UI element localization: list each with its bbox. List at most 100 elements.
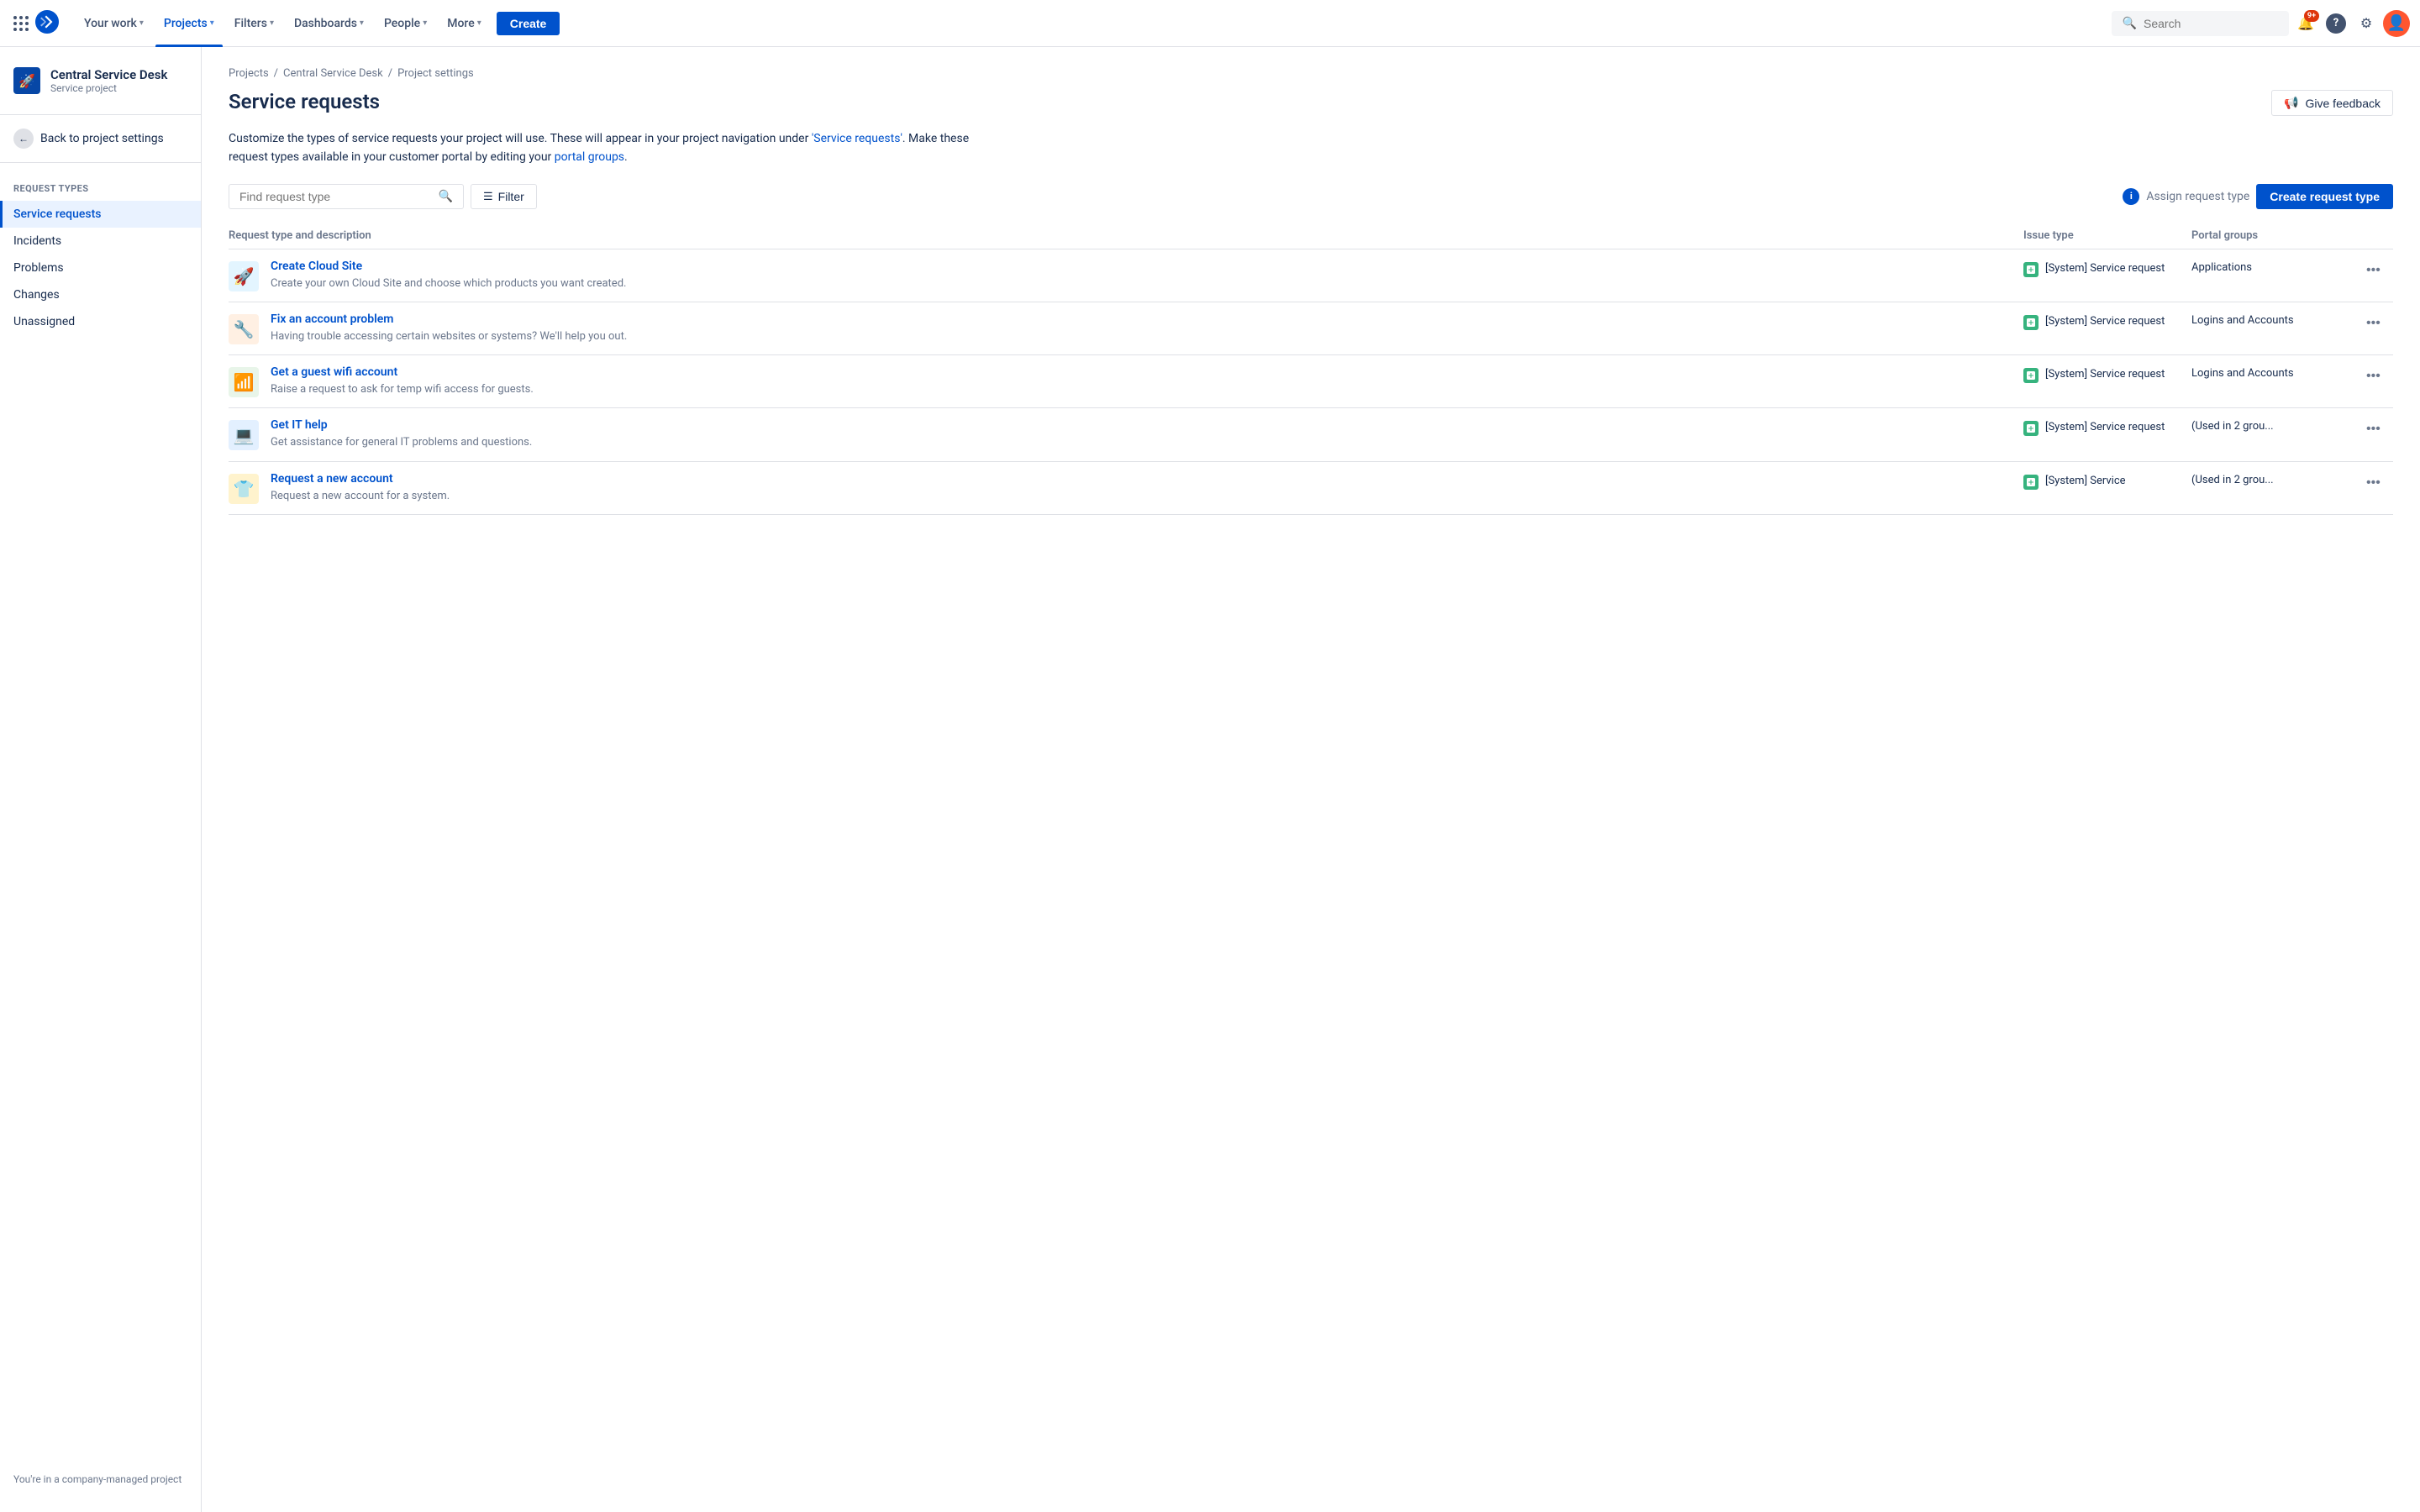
table-header: Request type and description Issue type … <box>229 223 2393 249</box>
sidebar-item-incidents[interactable]: Incidents <box>0 228 201 255</box>
issue-type-label: [System] Service request <box>2045 367 2165 382</box>
toolbar: 🔍 ☰ Filter i Assign request type Create … <box>229 184 2393 209</box>
help-button[interactable]: ? <box>2323 10 2349 37</box>
create-request-type-button[interactable]: Create request type <box>2256 184 2393 209</box>
request-type-icon: 👕 <box>229 474 259 504</box>
request-type-icon: 📶 <box>229 367 259 397</box>
issue-type-label: [System] Service request <box>2045 420 2165 435</box>
request-type-name[interactable]: Request a new account <box>271 472 450 486</box>
row-more-button[interactable]: ••• <box>2360 365 2387 387</box>
issue-type-icon <box>2023 475 2039 490</box>
assign-request-type-label: Assign request type <box>2146 190 2249 203</box>
project-header: 🚀 Central Service Desk Service project <box>0 60 201 108</box>
issue-type-cell: [System] Service request <box>2023 260 2191 277</box>
issue-type-cell: [System] Service request <box>2023 418 2191 436</box>
sidebar: 🚀 Central Service Desk Service project ←… <box>0 47 202 1512</box>
user-avatar[interactable]: 👤 <box>2383 10 2410 37</box>
search-input[interactable] <box>2144 17 2278 30</box>
portal-groups-cell: Logins and Accounts <box>2191 365 2360 380</box>
portal-groups-cell: (Used in 2 grou... <box>2191 472 2360 486</box>
filter-label: Filter <box>498 190 524 203</box>
sidebar-item-service-requests[interactable]: Service requests <box>0 201 201 228</box>
chevron-down-icon: ▾ <box>477 18 481 28</box>
find-request-type-field[interactable]: 🔍 <box>229 184 464 209</box>
request-cell: 📶 Get a guest wifi account Raise a reque… <box>229 365 2023 397</box>
divider <box>0 114 201 115</box>
breadcrumb-central-service-desk[interactable]: Central Service Desk <box>283 67 383 80</box>
give-feedback-button[interactable]: 📢 Give feedback <box>2271 90 2393 116</box>
info-icon[interactable]: i <box>2123 188 2139 205</box>
request-type-description: Having trouble accessing certain website… <box>271 329 627 344</box>
sidebar-item-problems[interactable]: Problems <box>0 255 201 281</box>
request-type-icon: 💻 <box>229 420 259 450</box>
search-box[interactable]: 🔍 <box>2112 11 2289 36</box>
request-types-table: 🚀 Create Cloud Site Create your own Clou… <box>229 249 2393 515</box>
service-requests-link[interactable]: 'Service requests' <box>812 132 902 145</box>
nav-more[interactable]: More ▾ <box>439 0 490 47</box>
request-type-description: Raise a request to ask for temp wifi acc… <box>271 382 534 397</box>
back-label: Back to project settings <box>40 132 164 145</box>
filter-button[interactable]: ☰ Filter <box>471 184 537 209</box>
table-row: 🚀 Create Cloud Site Create your own Clou… <box>229 249 2393 302</box>
table-row: 🔧 Fix an account problem Having trouble … <box>229 302 2393 355</box>
filter-icon: ☰ <box>483 190 493 203</box>
find-request-type-input[interactable] <box>239 190 432 203</box>
issue-type-icon <box>2023 315 2039 330</box>
topnav: Your work ▾ Projects ▾ Filters ▾ Dashboa… <box>0 0 2420 47</box>
request-cell: 💻 Get IT help Get assistance for general… <box>229 418 2023 450</box>
request-cell: 👕 Request a new account Request a new ac… <box>229 472 2023 504</box>
request-type-description: Get assistance for general IT problems a… <box>271 435 532 450</box>
col-request-type: Request type and description <box>229 229 2023 242</box>
back-to-project-settings[interactable]: ← Back to project settings <box>0 122 201 155</box>
row-more-button[interactable]: ••• <box>2360 260 2387 281</box>
table-row: 👕 Request a new account Request a new ac… <box>229 462 2393 515</box>
portal-groups-cell: (Used in 2 grou... <box>2191 418 2360 433</box>
feedback-label: Give feedback <box>2306 97 2381 110</box>
chevron-down-icon: ▾ <box>360 18 364 28</box>
request-type-description: Create your own Cloud Site and choose wh… <box>271 276 626 291</box>
issue-type-label: [System] Service request <box>2045 261 2165 276</box>
sidebar-footer: You're in a company-managed project <box>0 1460 201 1499</box>
issue-type-cell: [System] Service <box>2023 472 2191 490</box>
breadcrumb-projects[interactable]: Projects <box>229 67 269 80</box>
notifications-button[interactable]: 🔔 9+ <box>2292 10 2319 37</box>
app-switcher-icon[interactable] <box>10 13 32 34</box>
request-type-name[interactable]: Get a guest wifi account <box>271 365 534 379</box>
assign-request-type-area: i Assign request type <box>2123 188 2249 205</box>
project-type: Service project <box>50 82 167 94</box>
request-type-icon: 🔧 <box>229 314 259 344</box>
settings-button[interactable]: ⚙ <box>2353 10 2380 37</box>
col-portal-groups: Portal groups <box>2191 229 2360 242</box>
portal-groups-cell: Applications <box>2191 260 2360 274</box>
sidebar-item-changes[interactable]: Changes <box>0 281 201 308</box>
nav-projects[interactable]: Projects ▾ <box>155 0 223 47</box>
request-type-name[interactable]: Create Cloud Site <box>271 260 626 273</box>
nav-your-work[interactable]: Your work ▾ <box>76 0 152 47</box>
create-button[interactable]: Create <box>497 12 560 35</box>
request-type-icon: 🚀 <box>229 261 259 291</box>
project-name: Central Service Desk <box>50 67 167 82</box>
issue-type-label: [System] Service <box>2045 474 2126 489</box>
chevron-down-icon: ▾ <box>423 18 427 28</box>
jira-logo[interactable] <box>35 10 59 37</box>
chevron-down-icon: ▾ <box>270 18 274 28</box>
row-more-button[interactable]: ••• <box>2360 472 2387 494</box>
issue-type-cell: [System] Service request <box>2023 365 2191 383</box>
search-icon: 🔍 <box>439 190 453 203</box>
issue-type-label: [System] Service request <box>2045 314 2165 329</box>
request-type-name[interactable]: Fix an account problem <box>271 312 627 326</box>
nav-filters[interactable]: Filters ▾ <box>226 0 282 47</box>
row-more-button[interactable]: ••• <box>2360 312 2387 334</box>
row-more-button[interactable]: ••• <box>2360 418 2387 440</box>
nav-people[interactable]: People ▾ <box>376 0 435 47</box>
breadcrumb-project-settings: Project settings <box>397 67 474 80</box>
sidebar-item-unassigned[interactable]: Unassigned <box>0 308 201 335</box>
issue-type-icon <box>2023 368 2039 383</box>
portal-groups-link[interactable]: portal groups <box>555 150 624 164</box>
search-icon: 🔍 <box>2123 17 2137 30</box>
section-label: REQUEST TYPES <box>0 170 201 201</box>
request-type-name[interactable]: Get IT help <box>271 418 532 432</box>
nav-dashboards[interactable]: Dashboards ▾ <box>286 0 372 47</box>
help-icon: ? <box>2326 13 2346 34</box>
request-cell: 🔧 Fix an account problem Having trouble … <box>229 312 2023 344</box>
